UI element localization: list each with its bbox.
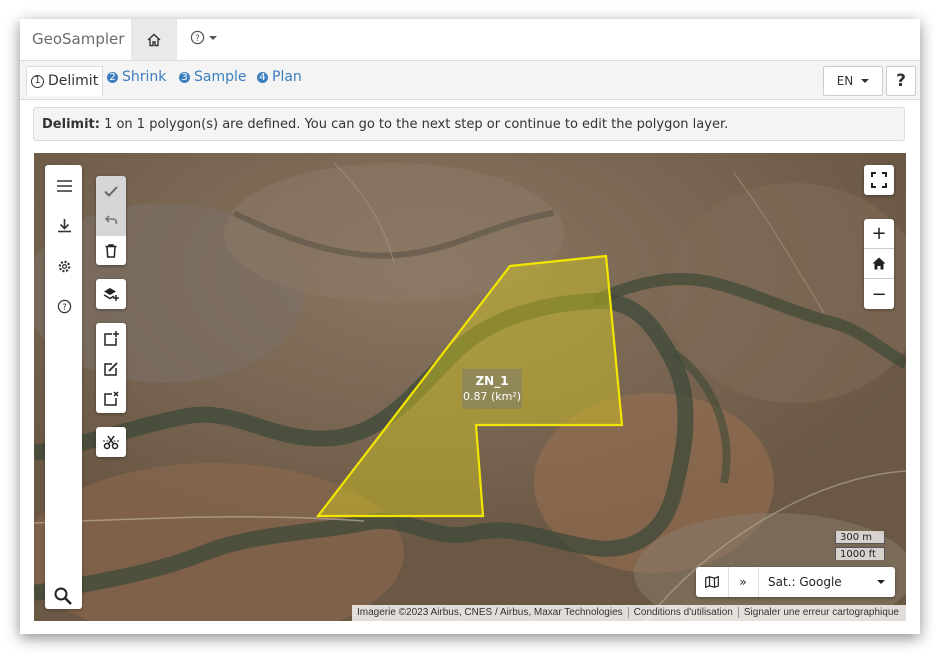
caret-down-icon bbox=[861, 79, 870, 83]
basemap-control: » Sat.: Google bbox=[696, 567, 895, 597]
fullscreen-icon bbox=[871, 172, 887, 188]
attribution-imagery: Imagerie ©2023 Airbus, CNES / Airbus, Ma… bbox=[357, 607, 623, 618]
map-attribution: Imagerie ©2023 Airbus, CNES / Airbus, Ma… bbox=[352, 605, 906, 621]
terms-link[interactable]: Conditions d'utilisation bbox=[629, 607, 738, 618]
report-error-link[interactable]: Signaler une erreur cartographique bbox=[739, 607, 904, 618]
svg-text:?: ? bbox=[62, 301, 66, 311]
settings-button[interactable] bbox=[53, 255, 75, 277]
layer-toolbar bbox=[96, 279, 126, 309]
square-plus-icon bbox=[103, 330, 119, 346]
step-number: 4 bbox=[257, 71, 268, 83]
cut-toolbar bbox=[96, 427, 126, 457]
home-icon bbox=[872, 257, 886, 270]
add-layer-button[interactable] bbox=[96, 279, 126, 309]
side-toolbar: ? bbox=[45, 165, 82, 609]
square-edit-icon bbox=[103, 361, 118, 376]
language-select[interactable]: EN bbox=[823, 66, 883, 96]
edit-toolbar bbox=[96, 176, 126, 265]
polygon-name: ZN_1 bbox=[475, 374, 509, 388]
info-step: Delimit: bbox=[42, 117, 100, 132]
step-number: 2 bbox=[107, 71, 118, 83]
draw-polygon-button[interactable] bbox=[96, 323, 126, 353]
undo-icon bbox=[104, 215, 118, 225]
caret-down-icon bbox=[877, 580, 885, 584]
cut-polygon-button[interactable] bbox=[96, 427, 126, 457]
zoom-out-button[interactable]: − bbox=[864, 279, 894, 309]
reset-view-button[interactable] bbox=[864, 249, 894, 279]
scale-imperial: 1000 ft bbox=[835, 547, 885, 560]
remove-polygon-button[interactable] bbox=[96, 383, 126, 413]
basemap-value: Sat.: Google bbox=[768, 575, 842, 589]
layers-plus-icon bbox=[103, 288, 119, 301]
app-window: GeoSampler ? 1 Delimit 2 Shrink 3 Sample… bbox=[20, 19, 920, 634]
home-button[interactable] bbox=[131, 19, 177, 60]
info-message: 1 on 1 polygon(s) are defined. You can g… bbox=[104, 117, 729, 132]
step-number: 1 bbox=[31, 74, 44, 88]
tab-plan[interactable]: 4 Plan bbox=[257, 69, 302, 85]
fullscreen-button[interactable] bbox=[864, 165, 894, 195]
scissors-icon bbox=[103, 435, 119, 450]
step-tabs: 1 Delimit 2 Shrink 3 Sample 4 Plan EN ? bbox=[20, 61, 920, 100]
gear-icon bbox=[58, 260, 70, 272]
caret-down-icon bbox=[209, 35, 217, 40]
undo-button[interactable] bbox=[96, 206, 126, 236]
language-value: EN bbox=[836, 74, 854, 88]
trash-icon bbox=[105, 244, 117, 258]
basemap-select[interactable]: Sat.: Google bbox=[758, 567, 895, 597]
delete-button[interactable] bbox=[96, 236, 126, 265]
tab-label: Shrink bbox=[122, 69, 167, 85]
top-navbar: GeoSampler ? bbox=[20, 19, 920, 61]
download-icon bbox=[57, 219, 71, 233]
app-title[interactable]: GeoSampler bbox=[32, 30, 124, 48]
scale-metric: 300 m bbox=[835, 531, 885, 544]
svg-text:?: ? bbox=[195, 33, 199, 43]
basemap-toggle-button[interactable] bbox=[696, 567, 729, 597]
basemap-expand-button[interactable]: » bbox=[728, 567, 759, 597]
search-button[interactable] bbox=[48, 581, 78, 611]
zoom-in-button[interactable]: + bbox=[864, 219, 894, 249]
search-icon bbox=[54, 587, 72, 605]
square-x-icon bbox=[103, 390, 119, 406]
menu-button[interactable] bbox=[53, 175, 75, 197]
tab-label: Delimit bbox=[48, 73, 99, 89]
map-view[interactable]: ? + − ZN_1 0.87 (km²) 300 m 1000 ft » Sa… bbox=[34, 153, 906, 621]
help-map-button[interactable]: ? bbox=[53, 295, 75, 317]
info-alert: Delimit: 1 on 1 polygon(s) are defined. … bbox=[33, 107, 905, 141]
help-circle-icon: ? bbox=[57, 299, 71, 313]
tab-sample[interactable]: 3 Sample bbox=[179, 69, 247, 85]
edit-polygon-button[interactable] bbox=[96, 353, 126, 383]
step-number: 3 bbox=[179, 71, 190, 83]
tab-shrink[interactable]: 2 Shrink bbox=[107, 69, 166, 85]
download-button[interactable] bbox=[53, 215, 75, 237]
polygon-label: ZN_1 0.87 (km²) bbox=[462, 369, 522, 409]
confirm-button[interactable] bbox=[96, 176, 126, 206]
tab-delimit[interactable]: 1 Delimit bbox=[26, 66, 104, 96]
help-circle-icon: ? bbox=[190, 30, 205, 45]
tab-label: Sample bbox=[194, 69, 247, 85]
menu-icon bbox=[56, 180, 72, 192]
help-button[interactable]: ? bbox=[886, 66, 916, 96]
help-menu[interactable]: ? bbox=[190, 30, 217, 45]
zoom-controls: + − bbox=[864, 219, 894, 309]
tab-label: Plan bbox=[272, 69, 302, 85]
home-icon bbox=[147, 33, 161, 46]
check-icon bbox=[104, 185, 118, 197]
polygon-area: 0.87 (km²) bbox=[462, 390, 522, 403]
map-icon bbox=[705, 576, 719, 588]
polygon-toolbar bbox=[96, 323, 126, 413]
